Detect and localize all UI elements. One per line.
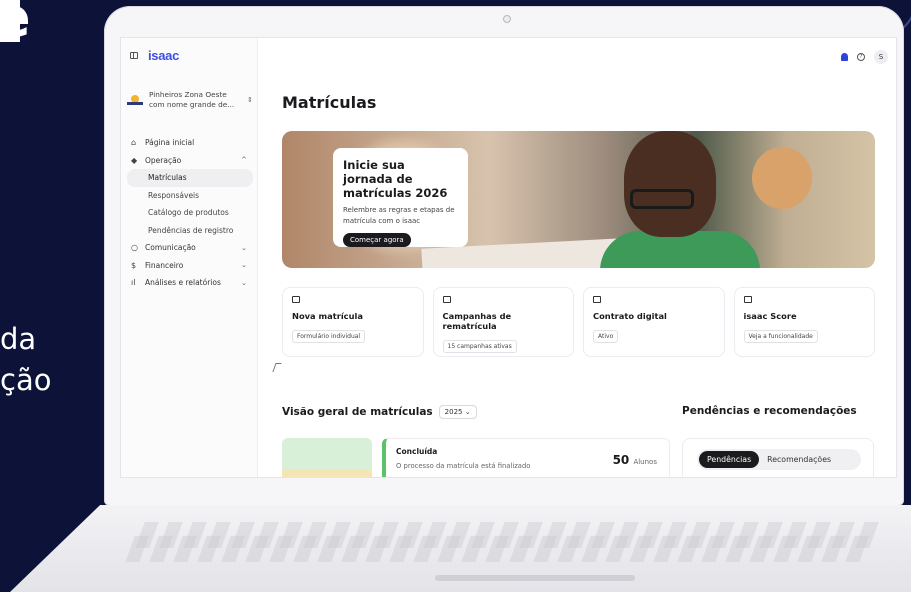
hero-photo-child xyxy=(752,147,812,209)
help-icon[interactable]: ? xyxy=(857,53,865,61)
sidebar-item-operacao[interactable]: ◆ Operação ^ xyxy=(127,152,253,170)
laptop-camera xyxy=(503,15,511,23)
hero-banner: Inicie sua jornada de matrículas 2026 Re… xyxy=(282,131,875,268)
status-count: 50 Alunos xyxy=(613,453,657,467)
sidebar-nav: ⌂ Página inicial ◆ Operação ^ Matrículas… xyxy=(127,134,253,292)
sidebar-item-catalogo[interactable]: Catálogo de produtos xyxy=(127,204,253,222)
chevron-up-down-icon: ⇕ xyxy=(247,96,253,104)
year-select-value: 2025 xyxy=(444,408,463,416)
panel-icon xyxy=(292,296,300,303)
avatar[interactable]: S xyxy=(874,50,888,64)
overview-chart xyxy=(282,438,372,477)
graduation-cap-icon: ◆ xyxy=(131,155,138,165)
card-title: Contrato digital xyxy=(593,311,667,321)
top-actions: ? S xyxy=(841,50,888,64)
pending-title: Pendências e recomendações xyxy=(682,405,857,417)
sidebar-item-comunicacao[interactable]: ○ Comunicação ⌄ xyxy=(127,239,253,257)
sidebar-item-pagina-inicial[interactable]: ⌂ Página inicial xyxy=(127,134,253,152)
sidebar-item-label: Responsáveis xyxy=(148,190,200,200)
hero-subtitle: Relembre as regras e etapas de matrícula… xyxy=(343,206,455,225)
sidebar-item-financeiro[interactable]: $ Financeiro ⌄ xyxy=(127,257,253,275)
laptop-screen: isaac Pinheiros Zona Oeste com nome gran… xyxy=(120,37,897,478)
sidebar-item-label: Comunicação xyxy=(145,243,196,253)
panel-icon xyxy=(593,296,601,303)
chat-icon: ○ xyxy=(131,243,138,253)
quick-actions: Nova matrícula Formulário individual Cam… xyxy=(282,287,875,357)
status-count-unit: Alunos xyxy=(633,458,657,466)
main-content: ? S Matrículas Inicie sua jornada de mat… xyxy=(258,38,896,477)
background-heading-fragment: e xyxy=(0,0,31,49)
hero-card: Inicie sua jornada de matrículas 2026 Re… xyxy=(333,148,468,247)
chevron-down-icon: ⌄ xyxy=(241,278,247,287)
card-nova-matricula[interactable]: Nova matrícula Formulário individual xyxy=(282,287,424,357)
home-icon: ⌂ xyxy=(131,138,137,148)
sidebar-toggle-icon[interactable] xyxy=(130,52,138,59)
sidebar-header: isaac xyxy=(130,48,179,63)
year-select[interactable]: 2025 ⌄ xyxy=(438,405,477,419)
notification-bell-icon[interactable] xyxy=(841,53,848,61)
card-isaac-score[interactable]: isaac Score Veja a funcionalidade xyxy=(733,287,875,357)
tab-pendencias[interactable]: Pendências xyxy=(699,451,760,468)
background-text-line-2: ção xyxy=(0,363,52,397)
sidebar-item-label: Financeiro xyxy=(145,260,184,270)
hero-photo-boy xyxy=(624,131,716,237)
card-campanhas-rematricula[interactable]: Campanhas de rematrícula 15 campanhas at… xyxy=(432,287,574,357)
overview-chart-segment xyxy=(282,470,372,477)
card-title: isaac Score xyxy=(743,311,797,321)
laptop-front-edge xyxy=(435,575,635,581)
card-tag: Ativo xyxy=(593,330,619,343)
sidebar-item-matriculas[interactable]: Matrículas xyxy=(127,169,253,187)
panel-icon xyxy=(442,296,451,303)
card-tag: 15 campanhas ativas xyxy=(442,340,517,353)
status-count-value: 50 xyxy=(612,453,630,467)
sidebar-item-responsaveis[interactable]: Responsáveis xyxy=(127,187,253,205)
sidebar-item-label: Análises e relatórios xyxy=(145,278,221,288)
chevron-down-icon: ⌄ xyxy=(241,261,247,270)
card-title: Campanhas de rematrícula xyxy=(442,311,512,331)
school-name: Pinheiros Zona Oeste com nome grande de.… xyxy=(149,90,235,109)
sidebar-item-label: Pendências de registro xyxy=(148,225,234,235)
hero-photo-glasses xyxy=(630,189,694,209)
sidebar-item-label: Página inicial xyxy=(145,138,195,148)
sidebar-item-label: Catálogo de produtos xyxy=(148,208,229,218)
pending-panel: Pendências Recomendações xyxy=(682,438,874,477)
sidebar-item-pendencias-registro[interactable]: Pendências de registro xyxy=(127,222,253,240)
card-contrato-digital[interactable]: Contrato digital Ativo xyxy=(583,287,725,357)
hero-title: Inicie sua jornada de matrículas 2026 xyxy=(343,158,448,200)
school-logo-icon xyxy=(127,92,143,108)
status-card-concluida[interactable]: Concluída O processo da matrícula está f… xyxy=(382,438,670,477)
overview-title: Visão geral de matrículas xyxy=(282,406,433,418)
card-tag: Veja a funcionalidade xyxy=(743,330,818,343)
bar-chart-icon: ıl xyxy=(131,278,136,288)
start-now-button[interactable]: Começar agora xyxy=(343,233,411,247)
sidebar-item-label: Operação xyxy=(145,155,182,165)
overview-header: Visão geral de matrículas 2025 ⌄ xyxy=(282,405,477,419)
mouse-cursor-icon xyxy=(272,363,282,372)
tab-recomendacoes[interactable]: Recomendações xyxy=(759,451,839,468)
chevron-up-icon: ^ xyxy=(241,156,247,165)
isaac-logo[interactable]: isaac xyxy=(148,48,179,63)
money-icon: $ xyxy=(131,260,137,270)
chevron-down-icon: ⌄ xyxy=(241,243,247,252)
school-selector[interactable]: Pinheiros Zona Oeste com nome grande de.… xyxy=(127,90,253,110)
panel-icon xyxy=(743,296,752,303)
sidebar-item-analises[interactable]: ıl Análises e relatórios ⌄ xyxy=(127,274,253,292)
sidebar-item-label: Matrículas xyxy=(148,173,187,183)
background-text-line-1: da xyxy=(0,322,37,356)
pending-tabs: Pendências Recomendações xyxy=(697,449,861,470)
card-tag: Formulário individual xyxy=(292,330,366,343)
card-title: Nova matrícula xyxy=(292,311,363,321)
page-title: Matrículas xyxy=(282,93,377,112)
keyboard-row xyxy=(125,536,875,562)
sidebar: isaac Pinheiros Zona Oeste com nome gran… xyxy=(121,38,258,477)
